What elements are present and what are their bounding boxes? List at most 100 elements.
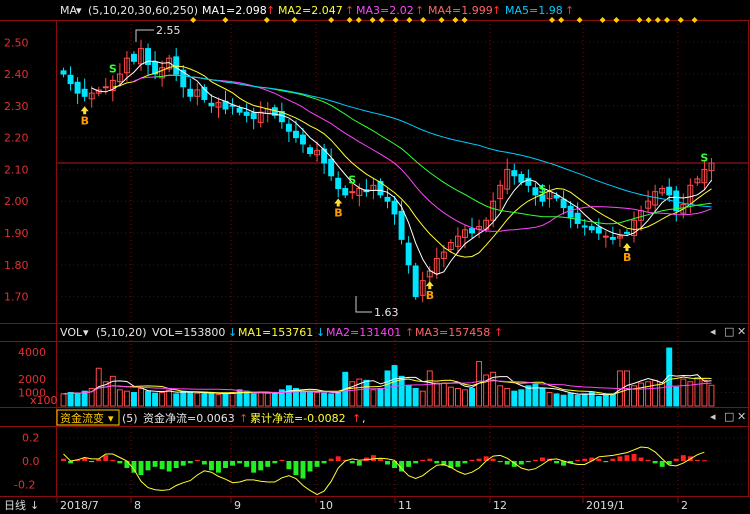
- flow-bar: [152, 461, 158, 467]
- high-label: 2.55: [156, 24, 181, 37]
- flow-bar: [208, 461, 214, 471]
- ma-line: [133, 74, 712, 232]
- diamond-marker-icon: [392, 17, 399, 23]
- candle-body: [560, 198, 567, 209]
- flow-net-arrow: ↑: [239, 412, 248, 425]
- flow-bar: [180, 461, 186, 466]
- candle-body: [511, 170, 518, 177]
- candle-body: [250, 112, 257, 120]
- panel-maximize-icon[interactable]: □: [724, 325, 734, 338]
- date-label: 12: [493, 499, 507, 512]
- flow-bar: [554, 461, 559, 464]
- flow-bar: [286, 461, 292, 470]
- flow-indicator-name[interactable]: 资金流变: [60, 411, 104, 425]
- flow-bar: [652, 461, 658, 464]
- volume-bar: [574, 394, 581, 407]
- panel-prev-icon[interactable]: ◂: [710, 325, 716, 338]
- vol-value: VOL=153800: [152, 326, 225, 339]
- flow-bar: [349, 461, 355, 464]
- price-tick-label: 2.00: [4, 195, 29, 208]
- flow-cum-arrow: ↑: [352, 412, 361, 425]
- diamond-marker-icon: [461, 17, 468, 23]
- flow-params: (5): [122, 412, 138, 425]
- volume-bar: [454, 387, 461, 407]
- flow-marks: [61, 446, 707, 496]
- vol-ma3-value: MA3=157458: [415, 326, 490, 339]
- flow-bar: [293, 461, 299, 475]
- diamond-marker-icon: [438, 17, 445, 23]
- flow-close-icon[interactable]: ✕: [737, 410, 746, 423]
- candle-body: [102, 86, 109, 89]
- main-dropdown-icon[interactable]: ▾: [76, 4, 82, 17]
- buy-arrow-icon: [334, 198, 343, 207]
- flow-bar: [631, 454, 637, 461]
- volume-bar: [201, 393, 208, 407]
- volume-bar: [285, 385, 292, 407]
- volume-bar: [138, 387, 144, 407]
- period-dropdown-icon[interactable]: ↓: [30, 499, 39, 512]
- sell-signal-label: S: [109, 62, 117, 75]
- price-tick-label: 1.70: [4, 291, 29, 304]
- volume-bar: [638, 382, 645, 407]
- flow-bar: [370, 455, 376, 461]
- volume-bar: [701, 379, 708, 407]
- candle-body: [208, 102, 215, 107]
- flow-maximize-icon[interactable]: □: [724, 410, 734, 423]
- volume-bar: [300, 390, 306, 407]
- ma4-arrow: ↑: [492, 4, 501, 17]
- flow-bar: [61, 458, 66, 461]
- flow-bar: [497, 461, 503, 463]
- volume-bar: [328, 393, 335, 407]
- diamond-marker-icon: [645, 17, 652, 23]
- period-label[interactable]: 日线: [4, 498, 26, 512]
- panel-close-icon[interactable]: ✕: [737, 325, 746, 338]
- volume-bar: [405, 385, 412, 407]
- diamond-marker-icon: [613, 17, 620, 23]
- candle-body: [574, 212, 581, 224]
- volume-bar: [67, 392, 74, 407]
- flow-bar: [455, 461, 461, 467]
- flow-bar: [694, 459, 700, 461]
- vol-ma2-value: MA2=131401: [326, 326, 401, 339]
- price-axis: 2.50 2.40 2.30 2.20 2.10 2.00 1.90 1.80 1.70: [4, 36, 748, 304]
- vol-dropdown-icon[interactable]: ▾: [83, 326, 89, 339]
- volume-bar: [384, 370, 391, 407]
- candle-body: [412, 265, 419, 298]
- vol-arrow: ↓: [228, 326, 237, 339]
- flow-bar: [89, 461, 95, 463]
- main-indicator-name[interactable]: MA: [60, 4, 77, 17]
- flow-bar: [624, 455, 630, 461]
- flow-bar: [701, 460, 707, 462]
- date-label: 10: [319, 499, 333, 512]
- volume-bar: [645, 381, 652, 407]
- volume-bar: [652, 379, 659, 407]
- flow-bar: [469, 459, 475, 461]
- volume-bar: [497, 385, 504, 407]
- volume-bar: [419, 390, 426, 407]
- volume-bar: [504, 387, 511, 407]
- diamond-marker-icon: [664, 17, 670, 23]
- flow-bar: [525, 461, 531, 463]
- volume-bar: [145, 390, 152, 407]
- flow-bar: [223, 461, 228, 468]
- vol-unit-label: x100: [30, 394, 58, 407]
- candle-body: [349, 191, 356, 194]
- flow-prev-icon[interactable]: ◂: [710, 410, 716, 423]
- volume-bar: [123, 390, 130, 407]
- volume-bar: [708, 384, 715, 407]
- flow-bar: [237, 461, 243, 464]
- volume-bar: [426, 370, 433, 407]
- vol-tick-label: 2000: [18, 373, 46, 386]
- low-leader-line: [355, 296, 372, 313]
- flow-bar: [279, 459, 285, 461]
- flow-bar: [321, 461, 327, 464]
- flow-bar: [216, 461, 221, 473]
- flow-dropdown-icon[interactable]: ▾: [108, 412, 114, 425]
- candle-body: [391, 200, 398, 215]
- volume-bar: [194, 392, 201, 407]
- volume-bar: [609, 393, 616, 407]
- volume-bar: [81, 390, 88, 407]
- vol-indicator-name[interactable]: VOL: [60, 326, 83, 339]
- candle-body: [623, 231, 630, 234]
- volume-bar: [60, 393, 67, 407]
